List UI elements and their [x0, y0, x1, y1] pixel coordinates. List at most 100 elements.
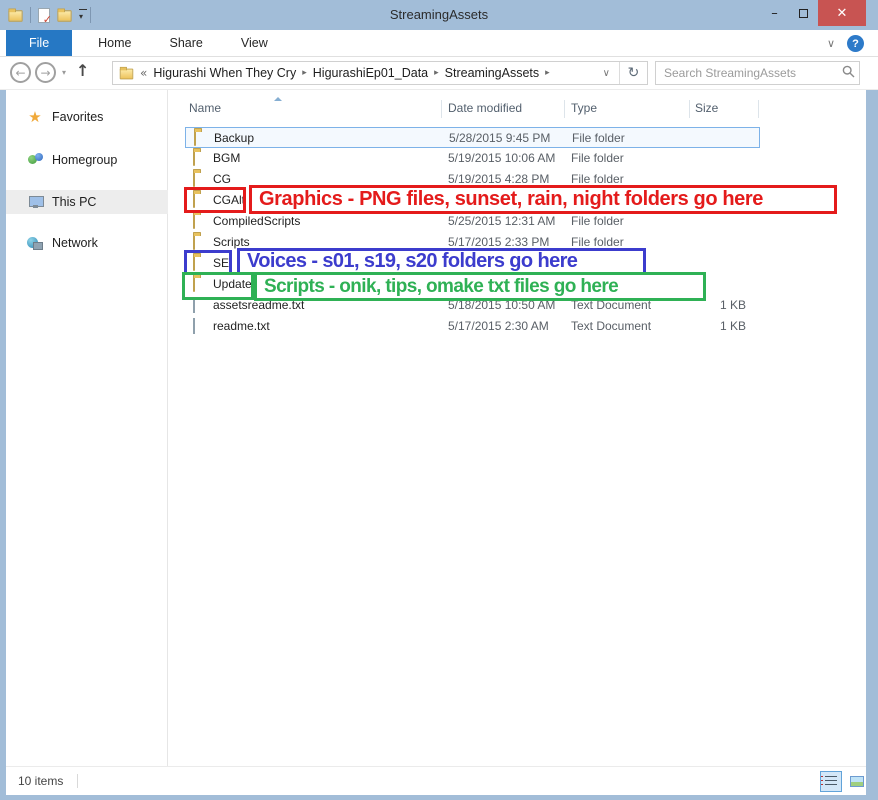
text-file-icon [193, 298, 195, 312]
tab-view[interactable]: View [222, 30, 287, 56]
column-header-size[interactable]: Size [695, 101, 718, 115]
breadcrumb-chevron-icon[interactable]: ▸ [434, 68, 439, 78]
thumbnails-view-icon [850, 776, 864, 787]
star-icon: ★ [26, 108, 44, 126]
breadcrumb-segment[interactable]: HigurashiEp01_Data [313, 66, 428, 80]
column-divider[interactable] [564, 100, 565, 118]
forward-button[interactable]: → [35, 62, 56, 83]
address-bar[interactable]: « Higurashi When They Cry ▸ HigurashiEp0… [112, 61, 648, 85]
file-date: 5/28/2015 9:45 PM [449, 131, 550, 145]
ribbon-tab-bar: File Home Share View ∨ ? [0, 30, 878, 57]
column-headers: Name Date modified Type Size [169, 97, 849, 121]
thumbnails-view-button[interactable] [846, 771, 868, 792]
annotation-scripts: Scripts - onik, tips, omake txt files go… [254, 272, 706, 301]
file-type: File folder [571, 172, 624, 186]
file-name: CompiledScripts [213, 214, 300, 228]
ribbon-right-controls: ∨ ? [827, 30, 864, 57]
file-row-readme[interactable]: readme.txt 5/17/2015 2:30 AM Text Docume… [185, 316, 760, 337]
details-view-icon [825, 776, 837, 787]
search-icon[interactable] [837, 65, 859, 81]
update-highlight-outline [182, 272, 254, 300]
tab-share[interactable]: Share [151, 30, 222, 56]
annotation-graphics: Graphics - PNG files, sunset, rain, nigh… [249, 185, 837, 214]
navigation-bar: ← → ▾ ↑ « Higurashi When They Cry ▸ Higu… [0, 57, 878, 90]
homegroup-icon [26, 153, 44, 167]
tab-home[interactable]: Home [79, 30, 150, 56]
minimize-button[interactable]: – [760, 0, 789, 26]
breadcrumb-chevron-icon[interactable]: ▸ [545, 68, 550, 78]
sidebar-item-label: Homegroup [52, 153, 117, 167]
minimize-icon: – [771, 6, 778, 21]
search-box [655, 61, 860, 85]
sort-ascending-icon [274, 97, 282, 101]
maximize-button[interactable] [789, 0, 818, 26]
network-icon [26, 237, 44, 250]
tab-file[interactable]: File [6, 30, 72, 56]
sidebar-item-homegroup[interactable]: Homegroup [6, 148, 168, 172]
annotation-voices: Voices - s01, s19, s20 folders go here [237, 248, 646, 275]
folder-icon [193, 235, 195, 249]
file-date: 5/17/2015 2:33 PM [448, 235, 549, 249]
sidebar-item-favorites[interactable]: ★ Favorites [6, 105, 168, 129]
status-bar: 10 items [6, 766, 866, 795]
file-date: 5/19/2015 4:28 PM [448, 172, 549, 186]
caption-buttons: – ✕ [760, 0, 866, 26]
separator [77, 774, 78, 788]
sidebar-item-label: Favorites [52, 110, 103, 124]
file-name: Backup [214, 131, 254, 145]
file-type: File folder [571, 151, 624, 165]
folder-icon [193, 172, 195, 186]
current-folder-icon [120, 69, 134, 80]
sidebar-item-network[interactable]: Network [6, 231, 168, 255]
close-icon: ✕ [837, 6, 848, 21]
file-name: Scripts [213, 235, 250, 249]
file-name: BGM [213, 151, 240, 165]
maximize-icon [799, 9, 808, 18]
file-row-bgm[interactable]: BGM 5/19/2015 10:06 AM File folder [185, 148, 760, 169]
sidebar-item-this-pc[interactable]: This PC [6, 190, 168, 214]
recent-locations-chevron-icon[interactable]: ▾ [62, 68, 66, 77]
file-size: 1 KB [655, 319, 746, 333]
file-name: readme.txt [213, 319, 270, 333]
details-view-button[interactable] [820, 771, 842, 792]
file-type: Text Document [571, 319, 651, 333]
column-divider[interactable] [758, 100, 759, 118]
column-header-type[interactable]: Type [571, 101, 597, 115]
file-row-backup[interactable]: Backup 5/28/2015 9:45 PM File folder [185, 127, 760, 148]
sidebar-item-label: This PC [52, 195, 96, 209]
expand-ribbon-chevron-icon[interactable]: ∨ [827, 37, 835, 50]
breadcrumb: « Higurashi When They Cry ▸ HigurashiEp0… [113, 66, 594, 80]
file-type: File folder [571, 235, 624, 249]
file-type: File folder [572, 131, 625, 145]
breadcrumb-segment[interactable]: Higurashi When They Cry [153, 66, 296, 80]
column-header-date-modified[interactable]: Date modified [448, 101, 522, 115]
up-button[interactable]: ↑ [76, 61, 89, 80]
file-date: 5/19/2015 10:06 AM [448, 151, 555, 165]
address-dropdown-chevron-icon[interactable]: ∨ [594, 68, 619, 79]
text-file-icon [193, 319, 195, 333]
close-button[interactable]: ✕ [818, 0, 866, 26]
breadcrumb-overflow-icon[interactable]: « [140, 66, 147, 80]
file-type: File folder [571, 214, 624, 228]
window-title: StreamingAssets [0, 7, 878, 22]
help-button[interactable]: ? [847, 35, 864, 52]
navigation-pane: ★ Favorites Homegroup This PC Network [6, 90, 168, 766]
file-date: 5/17/2015 2:30 AM [448, 319, 549, 333]
column-divider[interactable] [689, 100, 690, 118]
titlebar: ▾ StreamingAssets – ✕ [0, 0, 878, 30]
sidebar-item-label: Network [52, 236, 98, 250]
computer-icon [26, 196, 44, 209]
column-header-name[interactable]: Name [189, 101, 221, 115]
breadcrumb-segment[interactable]: StreamingAssets [445, 66, 539, 80]
cgalt-highlight-outline [184, 187, 246, 213]
back-button[interactable]: ← [10, 62, 31, 83]
folder-icon [193, 214, 195, 228]
folder-icon [193, 151, 195, 165]
file-date: 5/25/2015 12:31 AM [448, 214, 555, 228]
refresh-button[interactable]: ↻ [619, 62, 647, 84]
search-input[interactable] [656, 66, 837, 80]
column-divider[interactable] [441, 100, 442, 118]
file-name: CG [213, 172, 231, 186]
file-row-compiledscripts[interactable]: CompiledScripts 5/25/2015 12:31 AM File … [185, 211, 760, 232]
breadcrumb-chevron-icon[interactable]: ▸ [302, 68, 307, 78]
